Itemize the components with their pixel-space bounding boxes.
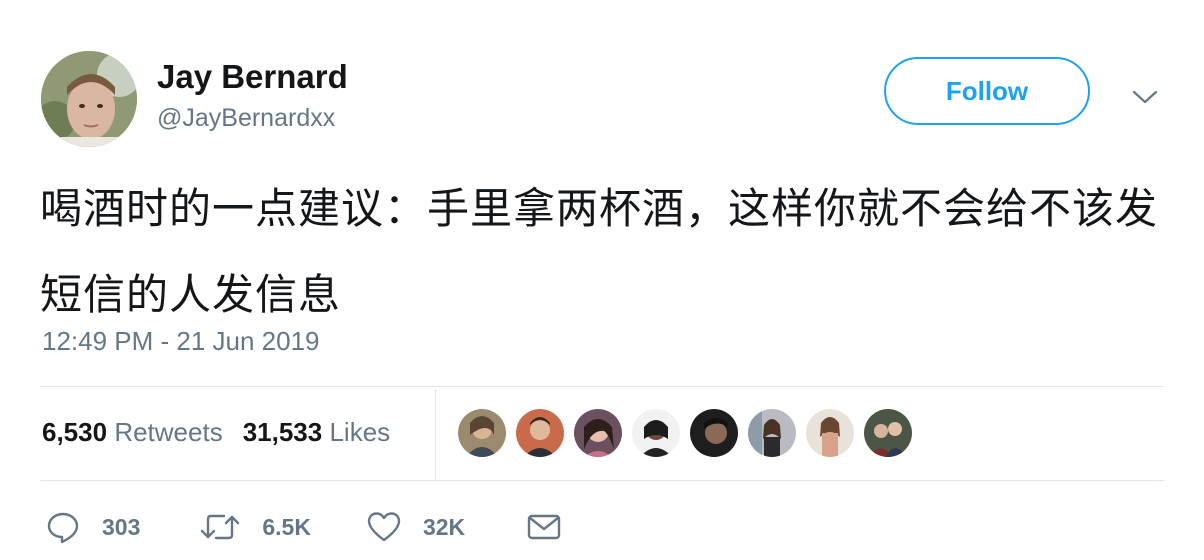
stats-separator xyxy=(435,389,436,480)
reply-button[interactable]: 303 xyxy=(46,510,140,544)
reply-icon xyxy=(47,512,79,544)
retweets-count: 6,530 xyxy=(42,417,108,447)
reply-count: 303 xyxy=(102,513,141,540)
retweets-stat[interactable]: 6,530 Retweets xyxy=(42,417,223,448)
liker-avatar[interactable] xyxy=(806,409,854,457)
tweet-action-bar: 303 6.5K 32K xyxy=(46,508,561,546)
like-button[interactable]: 32K xyxy=(367,511,465,543)
liker-avatar[interactable] xyxy=(574,409,622,457)
liker-avatar[interactable] xyxy=(458,409,506,457)
tweet-timestamp[interactable]: 12:49 PM - 21 Jun 2019 xyxy=(42,326,320,357)
retweet-icon xyxy=(201,514,240,540)
envelope-icon xyxy=(527,514,561,540)
likes-count: 31,533 xyxy=(242,417,323,447)
display-name[interactable]: Jay Bernard xyxy=(157,58,348,96)
like-count: 32K xyxy=(422,513,466,540)
liker-avatar[interactable] xyxy=(864,409,912,457)
engagement-stats: 6,530 Retweets 31,533 Likes xyxy=(42,417,390,448)
more-options-caret[interactable] xyxy=(1128,82,1162,112)
liker-avatar[interactable] xyxy=(632,409,680,457)
retweets-label: Retweets xyxy=(114,417,223,447)
follow-button[interactable]: Follow xyxy=(884,57,1090,125)
heart-icon xyxy=(367,512,401,542)
likes-stat[interactable]: 31,533 Likes xyxy=(243,417,390,448)
liker-avatar[interactable] xyxy=(516,409,564,457)
likers-avatars xyxy=(458,409,912,457)
liker-avatar[interactable] xyxy=(690,409,738,457)
user-handle[interactable]: @JayBernardxx xyxy=(157,104,335,133)
liker-avatar[interactable] xyxy=(748,409,796,457)
divider-bottom xyxy=(40,480,1164,481)
retweet-count: 6.5K xyxy=(262,513,311,540)
direct-message-button[interactable] xyxy=(527,513,561,541)
chevron-down-icon xyxy=(1132,90,1158,104)
likes-label: Likes xyxy=(329,417,391,447)
divider-top xyxy=(40,386,1164,387)
retweet-button[interactable]: 6.5K xyxy=(200,511,311,543)
tweet-text: 喝酒时的一点建议：手里拿两杯酒，这样你就不会给不该发短信的人发信息 xyxy=(40,184,1159,319)
avatar[interactable] xyxy=(41,51,137,147)
